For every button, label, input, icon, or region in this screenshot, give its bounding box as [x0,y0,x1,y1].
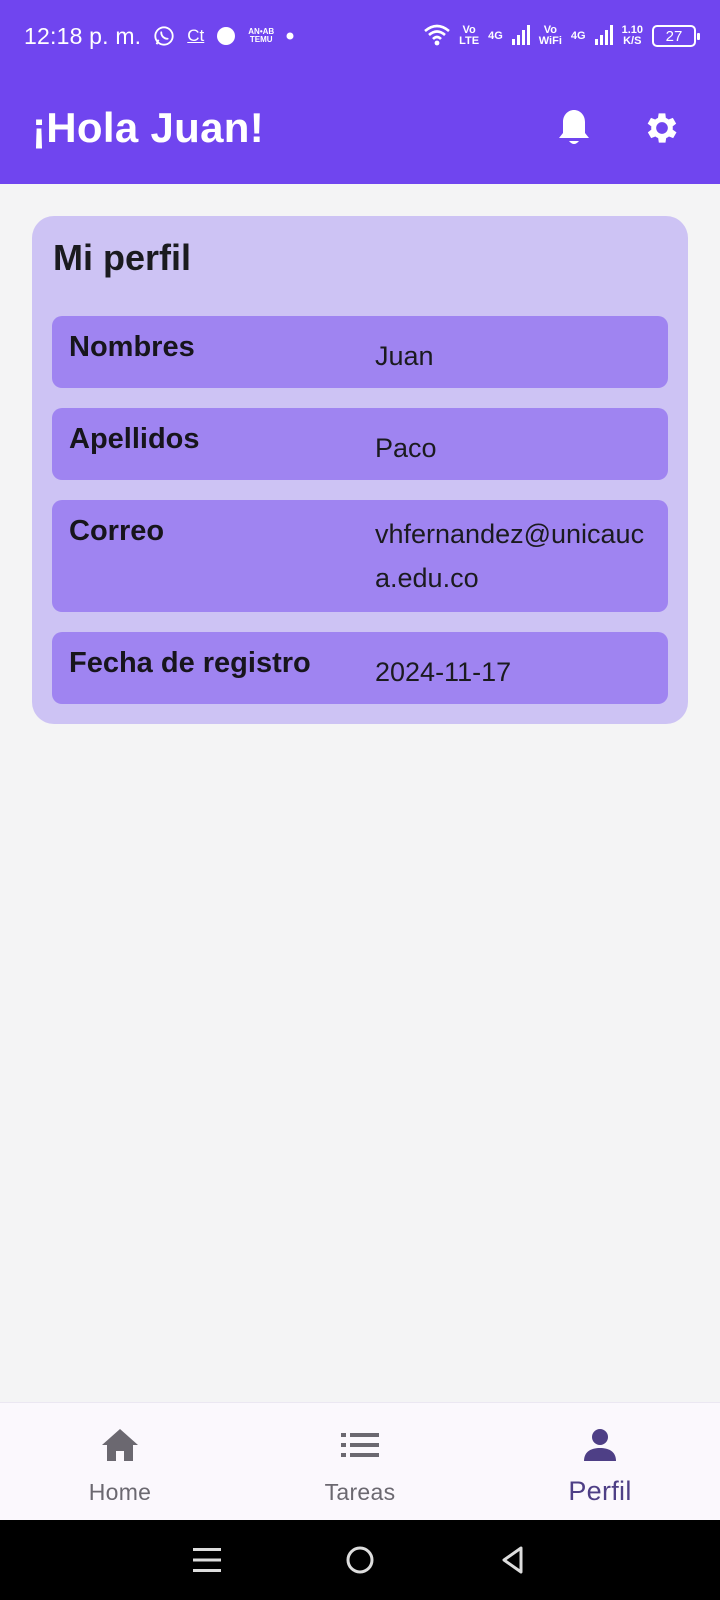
field-label: Correo [69,515,165,547]
dot-icon [216,26,236,46]
field-row-nombres: Nombres Juan [52,316,668,388]
settings-button[interactable] [640,106,684,150]
whatsapp-icon [153,25,175,47]
temu-icon: AN•AB TEMU [248,28,274,44]
screen: 12:18 p. m. Ct AN•AB TEMU Vo LTE 4G Vo W… [0,0,720,1600]
network-type-2: 4G [570,30,586,42]
volte-indicator: Vo LTE [459,25,479,47]
app-bar-actions [552,106,684,150]
status-time: 12:18 p. m. [24,22,142,49]
gear-icon [647,113,677,143]
battery-icon: 27 [652,25,700,47]
back-triangle-icon [502,1546,523,1574]
ct-app-icon: Ct [187,26,205,45]
back-button[interactable] [491,1538,535,1582]
profile-fields: Nombres Juan Apellidos Paco Correo vhfer… [52,316,668,704]
system-navigation-bar [0,1520,720,1600]
field-label: Apellidos [69,423,200,455]
status-bar: 12:18 p. m. Ct AN•AB TEMU Vo LTE 4G Vo W… [0,0,720,72]
list-icon [338,1423,382,1467]
recents-button[interactable] [185,1538,229,1582]
vowifi-bottom: WiFi [538,35,562,47]
field-value: Juan [375,341,434,371]
profile-card: Mi perfil Nombres Juan Apellidos Paco Co… [32,216,688,724]
speed-unit: K/S [623,35,642,47]
page-title: ¡Hola Juan! [32,104,264,151]
nav-item-tareas[interactable]: Tareas [240,1403,480,1520]
profile-card-title: Mi perfil [53,237,192,278]
home-icon [98,1423,142,1467]
network-type-1: 4G [488,30,503,42]
bell-icon [559,110,589,144]
field-row-apellidos: Apellidos Paco [52,408,668,480]
nav-item-perfil[interactable]: Perfil [480,1403,720,1520]
app-bar: ¡Hola Juan! [0,72,720,184]
small-dot-icon [286,32,294,40]
field-row-fecha-registro: Fecha de registro 2024-11-17 [52,632,668,704]
nav-label: Home [88,1479,152,1505]
nav-label: Perfil [568,1476,632,1506]
notifications-button[interactable] [552,106,596,150]
field-value: 2024-11-17 [375,657,512,687]
bottom-navigation: Home Tareas Perfil [0,1402,720,1520]
menu-icon [192,1548,221,1572]
field-row-correo: Correo vhfernandez@unicauca.edu.co [52,500,668,612]
volte-bottom: LTE [459,35,480,47]
status-right: Vo LTE 4G Vo WiFi 4G 1.10 K/S 27 [424,24,700,49]
temu-bottom: TEMU [249,35,273,44]
home-system-button[interactable] [338,1538,382,1582]
status-left: 12:18 p. m. Ct AN•AB TEMU [24,23,294,50]
nav-label: Tareas [324,1479,396,1505]
field-label: Nombres [69,331,195,363]
nav-item-home[interactable]: Home [0,1403,240,1520]
person-icon [578,1423,622,1467]
vowifi-indicator: Vo WiFi [539,25,562,47]
signal-icon [511,24,530,48]
field-value: vhfernandez@unicauca.edu.co [375,519,645,593]
circle-icon [346,1546,374,1574]
battery-level: 27 [665,27,683,45]
wifi-icon [424,24,450,49]
signal-icon-2 [594,24,613,48]
field-value: Paco [375,433,437,463]
field-label: Fecha de registro [69,647,311,679]
network-speed: 1.10 K/S [622,25,643,47]
